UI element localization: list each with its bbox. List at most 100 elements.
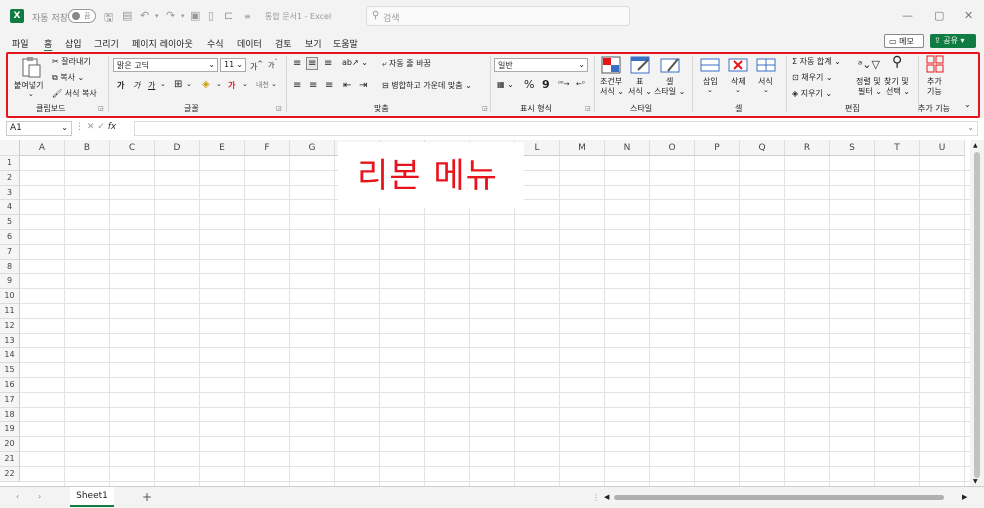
autosave-label: 자동 저장	[32, 14, 68, 24]
undo-dropdown-icon[interactable]: ▾	[155, 12, 159, 20]
toggle-knob	[72, 12, 80, 20]
share-label: 공유	[943, 36, 958, 45]
row-header[interactable]: 13	[0, 333, 20, 349]
formula-input[interactable]: ⌄	[134, 121, 978, 136]
grid-line	[20, 480, 970, 482]
row-header[interactable]: 19	[0, 422, 20, 438]
column-header[interactable]: M	[560, 140, 605, 156]
close-button[interactable]: ✕	[964, 9, 973, 22]
minimize-button[interactable]: —	[902, 9, 913, 22]
formula-bar-icons: ⋮ ✕ ✓ fx	[75, 122, 117, 132]
tab-formulas[interactable]: 수식	[207, 37, 224, 50]
undo-icon[interactable]: ↶	[140, 9, 149, 22]
name-box[interactable]: A1 ⌄	[6, 121, 72, 136]
column-header[interactable]: P	[695, 140, 740, 156]
sheet-tab-sheet1[interactable]: Sheet1	[70, 487, 114, 507]
tab-insert[interactable]: 삽입	[65, 37, 82, 50]
row-header[interactable]: 3	[0, 185, 20, 201]
next-sheet-icon[interactable]: ›	[38, 492, 41, 501]
scroll-right-icon[interactable]: ▶	[962, 493, 967, 501]
row-header[interactable]: 8	[0, 259, 20, 275]
grid-line	[20, 451, 970, 452]
grid-line	[20, 332, 970, 334]
column-header[interactable]: A	[20, 140, 65, 156]
row-header[interactable]: 2	[0, 170, 20, 186]
cancel-icon[interactable]: ✕	[87, 122, 95, 132]
row-header[interactable]: 7	[0, 244, 20, 260]
column-header[interactable]: O	[650, 140, 695, 156]
search-placeholder: 검색	[383, 14, 400, 24]
tab-view[interactable]: 보기	[305, 37, 322, 50]
scroll-left-icon[interactable]: ◀	[604, 493, 609, 501]
search-icon: ⚲	[372, 10, 380, 21]
save-icon[interactable]: 🖫	[104, 9, 113, 28]
add-sheet-button[interactable]: +	[142, 490, 152, 504]
tab-home[interactable]: 홈	[44, 37, 52, 50]
row-header[interactable]: 16	[0, 378, 20, 393]
autosave-doc-icon[interactable]: ▤	[122, 9, 132, 22]
fx-icon[interactable]: fx	[108, 122, 117, 132]
tab-data[interactable]: 데이터	[237, 37, 262, 50]
paste-qat-icon[interactable]: ▣	[190, 9, 200, 22]
tab-help[interactable]: 도움말	[333, 37, 358, 50]
redo-icon[interactable]: ↷	[166, 9, 175, 22]
scroll-down-icon[interactable]: ▼	[973, 478, 978, 485]
new-file-icon[interactable]: ▯	[208, 9, 214, 22]
row-header[interactable]: 21	[0, 452, 20, 467]
row-header[interactable]: 10	[0, 289, 20, 304]
vertical-scroll-thumb[interactable]	[974, 152, 980, 478]
column-header[interactable]: U	[920, 140, 965, 156]
row-header[interactable]: 9	[0, 274, 20, 290]
grid-line	[20, 243, 970, 245]
document-title: 통합 문서1 - Excel	[265, 12, 332, 21]
redo-dropdown-icon[interactable]: ▾	[181, 12, 185, 20]
grid-line	[20, 229, 970, 230]
row-header[interactable]: 20	[0, 437, 20, 452]
column-header[interactable]: T	[875, 140, 920, 156]
column-header[interactable]: S	[830, 140, 875, 156]
column-header[interactable]: B	[65, 140, 110, 156]
expand-formula-icon[interactable]: ⌄	[967, 123, 974, 132]
row-header[interactable]: 5	[0, 215, 20, 230]
share-button[interactable]: ⇪ 공유 ▾	[930, 34, 976, 48]
row-header[interactable]: 1	[0, 156, 20, 171]
enter-icon[interactable]: ✓	[97, 122, 105, 132]
prev-sheet-icon[interactable]: ‹	[16, 492, 19, 501]
tab-file[interactable]: 파일	[12, 37, 29, 50]
row-header[interactable]: 12	[0, 318, 20, 334]
ribbon-highlight-box	[6, 52, 980, 118]
memo-button[interactable]: ▭ 메모	[884, 34, 924, 48]
grid-line	[20, 317, 970, 319]
column-header[interactable]: Q	[740, 140, 785, 156]
open-folder-icon[interactable]: ⊏	[224, 9, 233, 22]
scroll-up-icon[interactable]: ▲	[973, 142, 978, 149]
row-header[interactable]: 14	[0, 348, 20, 364]
column-header[interactable]: E	[200, 140, 245, 156]
horizontal-scroll-thumb[interactable]	[614, 495, 944, 500]
memo-label: 메모	[899, 37, 914, 46]
grid-line	[20, 362, 970, 364]
column-header[interactable]: C	[110, 140, 155, 156]
column-header[interactable]: N	[605, 140, 650, 156]
split-handle-icon[interactable]: ⋮	[592, 493, 600, 502]
column-header[interactable]: R	[785, 140, 830, 156]
row-header[interactable]: 15	[0, 363, 20, 378]
restore-button[interactable]: ▢	[934, 9, 944, 22]
row-header[interactable]: 4	[0, 200, 20, 216]
column-header[interactable]: G	[290, 140, 335, 156]
row-header[interactable]: 18	[0, 407, 20, 423]
row-header[interactable]: 6	[0, 230, 20, 245]
tab-draw[interactable]: 그리기	[94, 37, 119, 50]
select-all-corner[interactable]	[0, 140, 20, 156]
tab-page-layout[interactable]: 페이지 레이아웃	[132, 37, 193, 50]
column-header[interactable]: F	[245, 140, 290, 156]
grid-line	[20, 258, 970, 260]
search-box[interactable]: ⚲ 검색	[366, 6, 630, 26]
customize-qat-icon[interactable]: ≡	[244, 12, 251, 21]
row-header[interactable]: 11	[0, 304, 20, 319]
autosave-toggle[interactable]: 끔	[68, 9, 96, 23]
row-header[interactable]: 22	[0, 466, 20, 482]
tab-review[interactable]: 검토	[275, 37, 292, 50]
column-header[interactable]: D	[155, 140, 200, 156]
row-header[interactable]: 17	[0, 392, 20, 408]
